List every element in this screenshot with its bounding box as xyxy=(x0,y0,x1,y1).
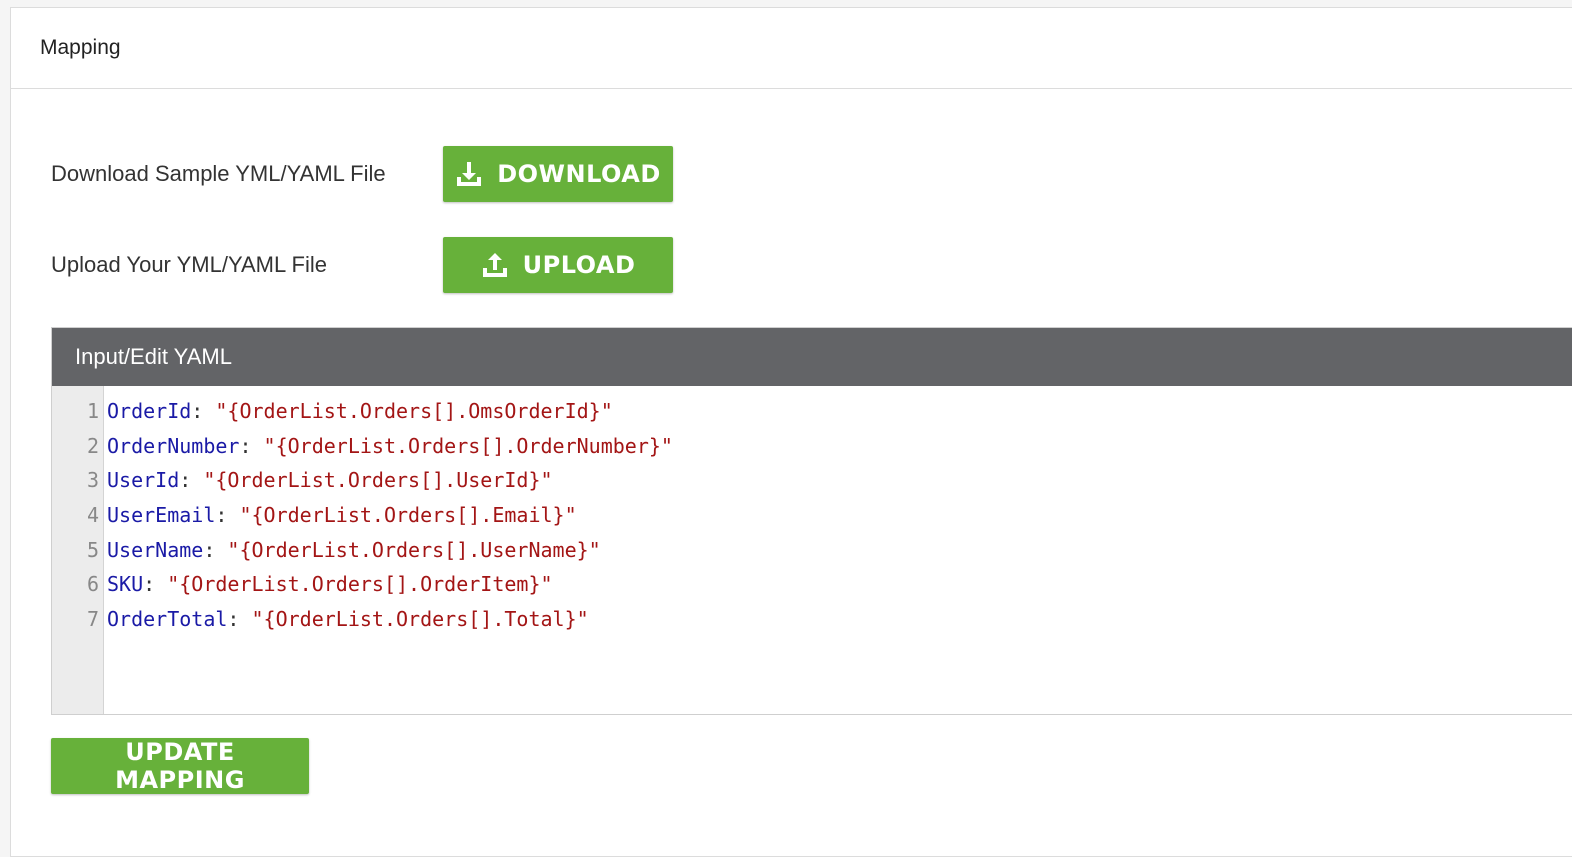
code-line[interactable]: SKU: "{OrderList.Orders[].OrderItem}" xyxy=(107,567,1572,602)
yaml-value: "{OrderList.Orders[].OrderItem}" xyxy=(167,572,553,597)
line-number: 3 xyxy=(86,468,99,493)
panel-header: Mapping xyxy=(11,8,1572,89)
update-mapping-button[interactable]: UPDATE MAPPING xyxy=(51,738,309,794)
yaml-value: "{OrderList.Orders[].OrderNumber}" xyxy=(263,433,673,458)
yaml-value: "{OrderList.Orders[].Email}" xyxy=(239,503,577,528)
yaml-colon: : xyxy=(143,572,168,597)
line-number-gutter: 1 2 3 4 5 6 7 xyxy=(52,386,104,714)
yaml-key: UserEmail xyxy=(107,503,216,528)
upload-button[interactable]: UPLOAD xyxy=(443,237,673,293)
line-number: 2 xyxy=(86,433,99,458)
editor-body: 1 2 3 4 5 6 7 OrderId: "{OrderList.Order… xyxy=(52,386,1572,714)
yaml-colon: : xyxy=(179,468,204,493)
yaml-key: OrderId xyxy=(107,399,192,423)
upload-icon xyxy=(482,253,507,277)
line-number: 6 xyxy=(86,572,99,597)
code-line[interactable]: UserName: "{OrderList.Orders[].UserName}… xyxy=(107,533,1572,568)
download-label: Download Sample YML/YAML File xyxy=(51,161,386,186)
yaml-colon: : xyxy=(191,399,216,423)
download-button[interactable]: DOWNLOAD xyxy=(443,146,673,202)
line-number: 4 xyxy=(86,503,99,528)
yaml-colon: : xyxy=(215,503,240,528)
line-number: 5 xyxy=(86,537,99,562)
yaml-colon: : xyxy=(239,433,264,458)
yaml-key: SKU xyxy=(107,572,144,597)
code-line[interactable]: OrderId: "{OrderList.Orders[].OmsOrderId… xyxy=(107,394,1572,429)
yaml-value: "{OrderList.Orders[].OmsOrderId}" xyxy=(215,399,613,423)
code-line[interactable]: UserEmail: "{OrderList.Orders[].Email}" xyxy=(107,498,1572,533)
yaml-key: OrderNumber xyxy=(107,433,240,458)
download-icon xyxy=(457,162,482,186)
yaml-value: "{OrderList.Orders[].UserName}" xyxy=(227,537,601,562)
line-number: 7 xyxy=(86,607,99,632)
yaml-editor: Input/Edit YAML 1 2 3 4 5 6 7 OrderId: "… xyxy=(51,327,1572,715)
line-number: 1 xyxy=(86,399,99,423)
yaml-code-area[interactable]: OrderId: "{OrderList.Orders[].OmsOrderId… xyxy=(104,386,1572,714)
yaml-value: "{OrderList.Orders[].UserId}" xyxy=(203,468,553,493)
download-row: Download Sample YML/YAML File DOWNLOAD xyxy=(51,146,673,202)
code-line[interactable]: UserId: "{OrderList.Orders[].UserId}" xyxy=(107,463,1572,498)
code-line[interactable]: OrderTotal: "{OrderList.Orders[].Total}" xyxy=(107,602,1572,637)
upload-row: Upload Your YML/YAML File UPLOAD xyxy=(51,237,673,293)
yaml-colon: : xyxy=(203,537,228,562)
yaml-value: "{OrderList.Orders[].Total}" xyxy=(251,607,589,632)
update-mapping-label: UPDATE MAPPING xyxy=(115,738,245,794)
yaml-key: UserId xyxy=(107,468,180,493)
upload-button-label: UPLOAD xyxy=(522,251,636,279)
editor-title: Input/Edit YAML xyxy=(75,344,232,369)
mapping-panel: Mapping Download Sample YML/YAML File DO… xyxy=(10,7,1572,857)
editor-header: Input/Edit YAML xyxy=(52,328,1572,386)
panel-title: Mapping xyxy=(40,36,121,59)
upload-label: Upload Your YML/YAML File xyxy=(51,252,327,277)
yaml-colon: : xyxy=(227,607,252,632)
yaml-key: UserName xyxy=(107,537,204,562)
download-button-label: DOWNLOAD xyxy=(497,160,661,188)
yaml-key: OrderTotal xyxy=(107,607,228,632)
code-line[interactable]: OrderNumber: "{OrderList.Orders[].OrderN… xyxy=(107,429,1572,464)
